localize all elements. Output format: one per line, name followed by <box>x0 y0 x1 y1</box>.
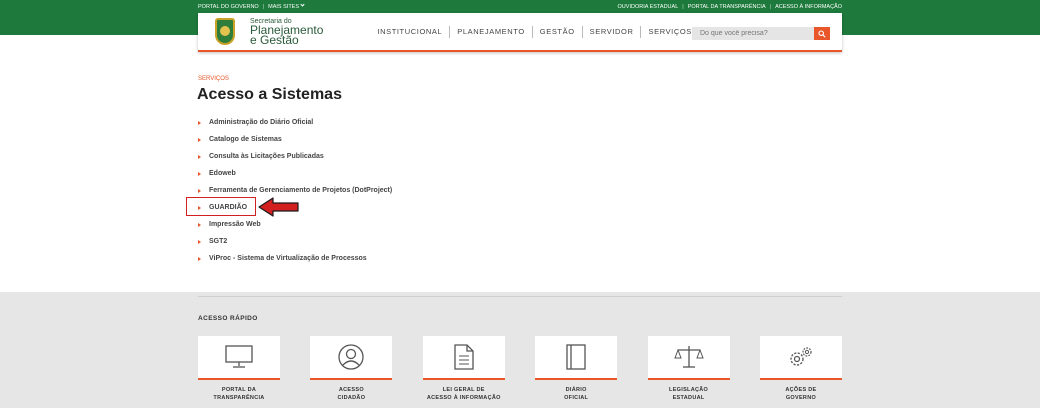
bullet-arrow-icon <box>198 240 201 244</box>
user-circle-icon <box>338 344 365 370</box>
top-bar-right: OUVIDORIA ESTADUAL | PORTAL DA TRANSPARÊ… <box>618 4 842 10</box>
card-acesso-cidadao[interactable]: ACESSO CIDADÃO <box>310 336 393 408</box>
nav-gestao[interactable]: GESTÃO <box>533 25 583 38</box>
scales-icon <box>673 346 704 368</box>
top-bar-left: PORTAL DO GOVERNO | MAIS SITES <box>198 2 305 10</box>
card-icon-box <box>647 336 730 380</box>
ouvidoria-link[interactable]: OUVIDORIA ESTADUAL <box>618 4 679 10</box>
bullet-arrow-icon <box>198 223 201 227</box>
card-label: DIÁRIO OFICIAL <box>564 387 589 401</box>
quick-access-cards: PORTAL DA TRANSPARÊNCIA ACESSO CIDADÃO L… <box>198 336 842 408</box>
gears-icon <box>790 347 812 366</box>
card-icon-box <box>310 336 393 380</box>
nav-institucional[interactable]: INSTITUCIONAL <box>370 25 451 38</box>
card-label: AÇÕES DE GOVERNO <box>785 387 817 401</box>
site-header: Secretaria do Planejamento e Gestão INST… <box>198 13 842 52</box>
acesso-informacao-link[interactable]: ACESSO À INFORMAÇÃO <box>775 4 842 10</box>
list-item[interactable]: Administração do Diário Oficial <box>198 114 392 131</box>
card-portal-transparencia[interactable]: PORTAL DA TRANSPARÊNCIA <box>198 336 280 408</box>
list-item[interactable]: ViProc - Sistema de Virtualização de Pro… <box>198 250 392 267</box>
card-label: PORTAL DA TRANSPARÊNCIA <box>213 387 265 401</box>
list-item[interactable]: Impressão Web <box>198 216 392 233</box>
bullet-arrow-icon <box>198 172 201 176</box>
bullet-arrow-icon <box>198 257 201 261</box>
bullet-arrow-icon <box>198 155 201 159</box>
search-icon <box>818 29 826 38</box>
document-icon <box>454 344 474 370</box>
card-acoes-governo[interactable]: AÇÕES DE GOVERNO <box>759 336 842 408</box>
list-item[interactable]: Catalogo de Sistemas <box>198 131 392 148</box>
main-nav: INSTITUCIONAL PLANEJAMENTO GESTÃO SERVID… <box>370 25 699 38</box>
footer-divider <box>198 296 842 297</box>
list-item[interactable]: SGT2 <box>198 233 392 250</box>
list-item-label: ViProc - Sistema de Virtualização de Pro… <box>209 255 367 262</box>
list-item-label: Impressão Web <box>209 221 261 228</box>
monitor-icon <box>225 345 253 368</box>
page-title: Acesso a Sistemas <box>197 86 342 103</box>
card-icon-box <box>759 336 842 380</box>
divider: | <box>262 3 265 10</box>
search-input[interactable] <box>692 30 812 37</box>
list-item-label: Edoweb <box>209 170 236 177</box>
nav-servidor[interactable]: SERVIDOR <box>583 25 642 38</box>
mais-sites-label: MAIS SITES <box>268 4 300 10</box>
card-icon-box <box>198 336 280 380</box>
chevron-down-icon <box>300 2 305 7</box>
nav-servicos[interactable]: SERVIÇOS <box>641 26 698 38</box>
bullet-arrow-icon <box>198 189 201 193</box>
list-item-label: Ferramenta de Gerenciamento de Projetos … <box>209 187 393 194</box>
divider: | <box>682 3 684 10</box>
brand-name[interactable]: Secretaria do Planejamento e Gestão <box>250 18 323 46</box>
list-item-label: Catalogo de Sistemas <box>209 136 282 143</box>
card-diario-oficial[interactable]: DIÁRIO OFICIAL <box>535 336 618 408</box>
bullet-arrow-icon <box>198 138 201 142</box>
state-coat-of-arms-logo[interactable] <box>214 17 236 47</box>
list-item-label: SGT2 <box>209 238 228 245</box>
emblem-icon <box>220 25 230 36</box>
highlight-box <box>186 197 256 216</box>
mais-sites-link[interactable]: MAIS SITES <box>268 2 305 10</box>
card-icon-box <box>422 336 505 380</box>
portal-transparencia-link[interactable]: PORTAL DA TRANSPARÊNCIA <box>688 4 766 10</box>
systems-list: Administração do Diário Oficial Catalogo… <box>198 114 392 267</box>
portal-governo-link[interactable]: PORTAL DO GOVERNO <box>198 4 259 10</box>
card-lei-acesso-informacao[interactable]: LEI GERAL DE ACESSO À INFORMAÇÃO <box>422 336 505 408</box>
list-item-label: Consulta às Licitações Publicadas <box>209 153 324 160</box>
card-label: LEI GERAL DE ACESSO À INFORMAÇÃO <box>426 387 501 401</box>
book-icon <box>566 344 586 370</box>
nav-planejamento[interactable]: PLANEJAMENTO <box>450 25 533 38</box>
search-box <box>692 27 830 40</box>
bullet-arrow-icon <box>198 121 201 125</box>
quick-access-title: ACESSO RÁPIDO <box>198 315 258 322</box>
search-button[interactable] <box>814 27 830 40</box>
card-legislacao-estadual[interactable]: LEGISLAÇÃO ESTADUAL <box>647 336 730 408</box>
card-icon-box <box>535 336 618 380</box>
red-arrow-icon <box>258 197 299 217</box>
card-label: LEGISLAÇÃO ESTADUAL <box>669 387 709 401</box>
list-item[interactable]: Consulta às Licitações Publicadas <box>198 148 392 165</box>
top-bar-inner: PORTAL DO GOVERNO | MAIS SITES OUVIDORIA… <box>198 0 842 13</box>
divider: | <box>769 3 772 10</box>
list-item[interactable]: Edoweb <box>198 165 392 182</box>
list-item-label: Administração do Diário Oficial <box>209 119 314 126</box>
card-label: ACESSO CIDADÃO <box>337 387 366 401</box>
breadcrumb[interactable]: SERVIÇOS <box>198 76 229 82</box>
